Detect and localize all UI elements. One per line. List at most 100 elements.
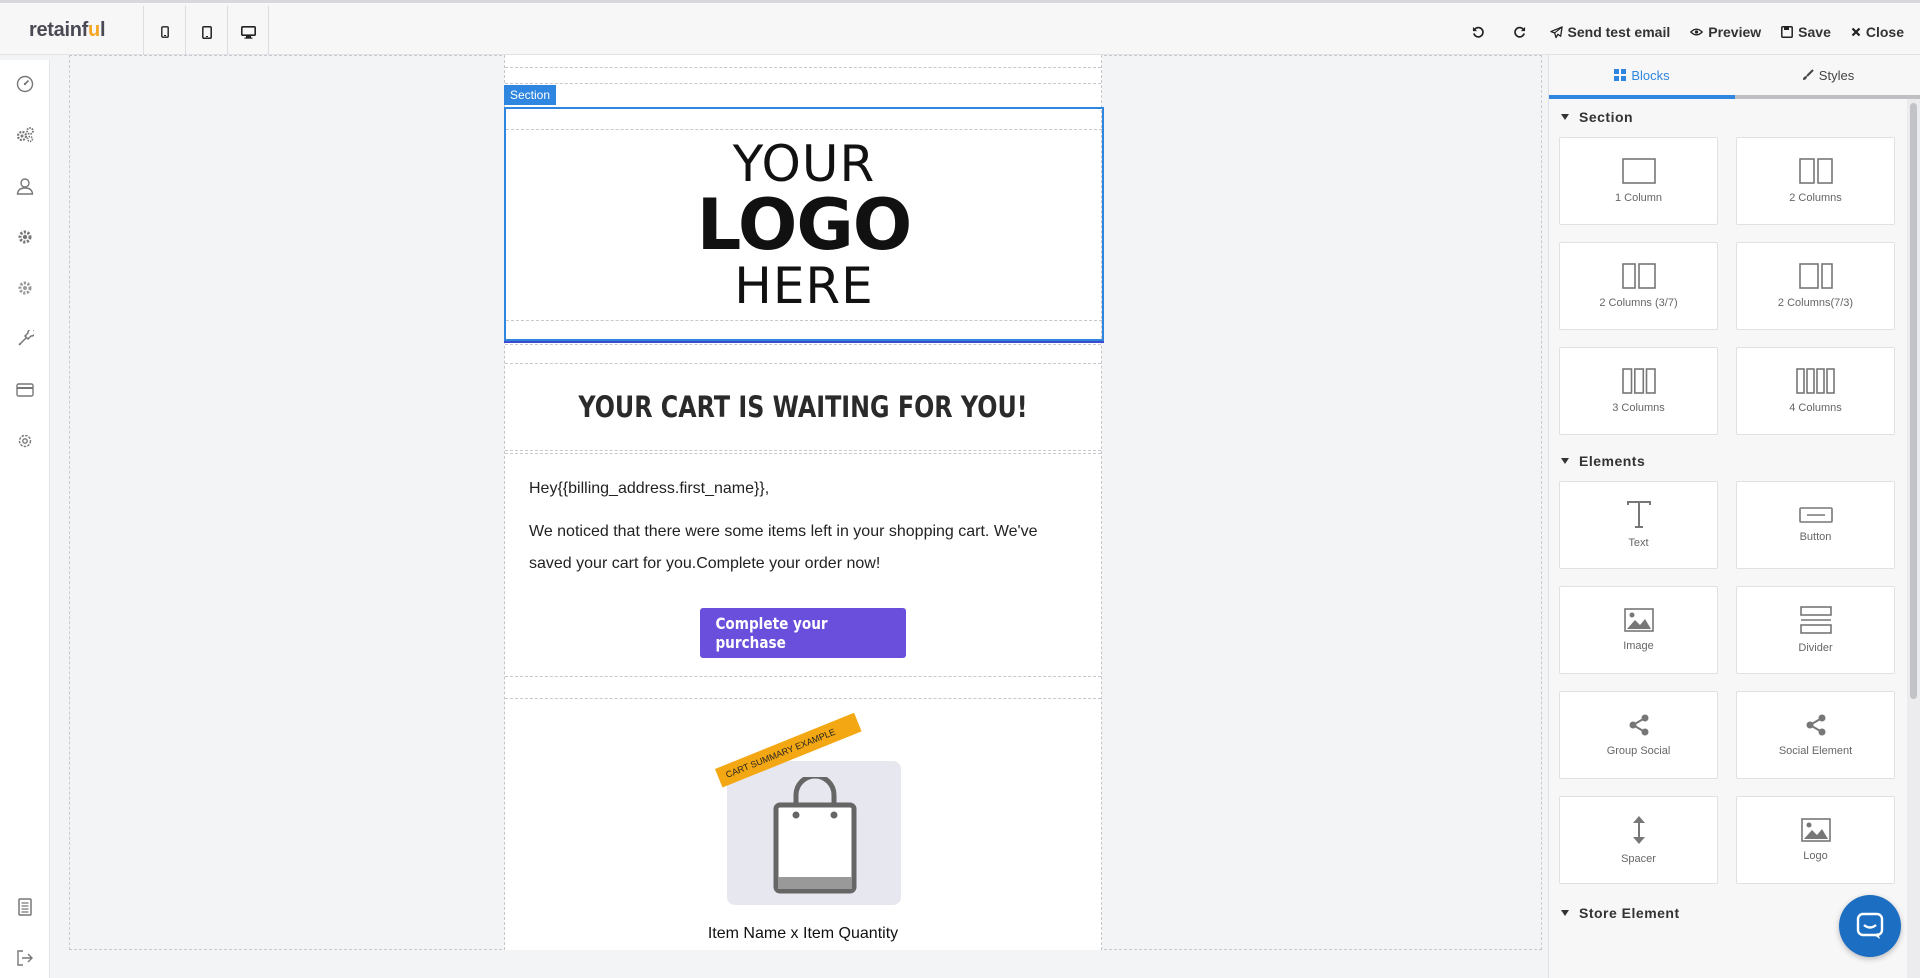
text-icon <box>1626 501 1651 528</box>
block-1-column[interactable]: 1 Column <box>1559 137 1718 225</box>
sidebar-item-settings[interactable] <box>14 226 36 248</box>
paper-plane-icon <box>1549 25 1563 38</box>
block-spacer[interactable]: Spacer <box>1559 796 1718 884</box>
store-element-category-header[interactable]: Store Element <box>1561 905 1680 921</box>
sidebar-item-user[interactable] <box>14 175 36 197</box>
user-icon <box>16 178 34 195</box>
block-text[interactable]: Text <box>1559 481 1718 569</box>
greeting-text: Hey{{billing_address.first_name}}, <box>529 480 770 497</box>
complete-purchase-button[interactable]: Complete your purchase <box>700 608 906 658</box>
block-label: Social Element <box>1778 745 1853 757</box>
preview-button[interactable]: Preview <box>1680 6 1771 58</box>
mobile-icon <box>160 26 169 38</box>
app-logo: retainful <box>29 19 106 41</box>
desktop-view-button[interactable] <box>227 6 269 58</box>
send-test-email-label: Send test email <box>1567 24 1671 40</box>
save-button[interactable]: Save <box>1771 6 1841 58</box>
close-button[interactable]: Close <box>1841 6 1920 58</box>
elements-category-title: Elements <box>1579 453 1646 469</box>
desktop-icon <box>240 25 256 39</box>
chat-launcher-button[interactable] <box>1839 895 1901 957</box>
redo-icon <box>1513 26 1525 38</box>
preview-label: Preview <box>1708 24 1762 40</box>
undo-button[interactable] <box>1458 6 1499 58</box>
left-sidebar <box>0 60 50 978</box>
block-label: Divider <box>1798 642 1833 654</box>
tab-blocks[interactable]: Blocks <box>1549 55 1735 99</box>
sidebar-item-tools[interactable] <box>14 328 36 350</box>
caret-down-icon <box>1561 910 1569 916</box>
heading-block[interactable]: YOUR CART IS WAITING FOR YOU! <box>505 363 1101 451</box>
tools-icon <box>18 330 34 346</box>
brush-icon <box>1802 69 1814 80</box>
elements-category-header[interactable]: Elements <box>1561 453 1645 469</box>
sidebar-item-cog[interactable] <box>14 277 36 299</box>
block-social-element[interactable]: Social Element <box>1736 691 1895 779</box>
spacer-divider <box>505 83 1101 84</box>
chat-icon <box>1856 912 1884 939</box>
two-columns-73-icon <box>1798 263 1833 289</box>
logout-icon <box>17 950 33 966</box>
store-element-category-title: Store Element <box>1579 905 1680 921</box>
block-label: Text <box>1628 537 1649 549</box>
tab-styles-label: Styles <box>1818 67 1855 83</box>
section-category-title: Section <box>1579 109 1634 125</box>
block-image[interactable]: Image <box>1559 586 1718 674</box>
redo-button[interactable] <box>1499 6 1540 58</box>
tab-styles[interactable]: Styles <box>1735 55 1920 99</box>
block-label: 2 Columns (3/7) <box>1599 297 1678 309</box>
toolbar-actions: Send test email Preview Save Close <box>1458 6 1920 58</box>
section-category-header[interactable]: Section <box>1561 109 1633 125</box>
four-columns-icon <box>1795 368 1835 394</box>
block-2-columns-73[interactable]: 2 Columns(7/3) <box>1736 242 1895 330</box>
share-icon <box>1806 714 1825 736</box>
block-2-columns[interactable]: 2 Columns <box>1736 137 1895 225</box>
spacer-divider <box>505 67 1101 68</box>
cart-image: CART SUMMARY EXAMPLE <box>715 712 901 909</box>
send-test-email-button[interactable]: Send test email <box>1540 6 1681 58</box>
tablet-view-button[interactable] <box>185 6 227 58</box>
block-group-social[interactable]: Group Social <box>1559 691 1718 779</box>
block-button[interactable]: Button <box>1736 481 1895 569</box>
block-2-columns-37[interactable]: 2 Columns (3/7) <box>1559 242 1718 330</box>
automation-icon <box>16 127 34 143</box>
tablet-icon <box>201 25 212 39</box>
block-4-columns[interactable]: 4 Columns <box>1736 347 1895 435</box>
undo-icon <box>1472 26 1484 38</box>
floppy-icon <box>1781 26 1794 38</box>
block-3-columns[interactable]: 3 Columns <box>1559 347 1718 435</box>
logo-line-3: HERE <box>734 257 874 315</box>
sidebar-item-billing[interactable] <box>14 379 36 401</box>
device-switcher <box>143 6 269 58</box>
button-icon <box>1798 507 1833 523</box>
close-icon <box>1851 27 1861 37</box>
sidebar-item-dashboard[interactable] <box>14 73 36 95</box>
settings-icon <box>18 230 32 244</box>
logo-section[interactable]: YOUR LOGO HERE <box>504 107 1104 341</box>
block-label: Button <box>1799 531 1832 543</box>
text-block[interactable]: Hey{{billing_address.first_name}}, We no… <box>505 453 1101 677</box>
one-column-icon <box>1621 158 1656 184</box>
two-columns-icon <box>1798 158 1833 184</box>
panel-tabs: Blocks Styles <box>1549 55 1920 99</box>
sidebar-item-automation[interactable] <box>14 124 36 146</box>
mobile-view-button[interactable] <box>143 6 185 58</box>
block-logo[interactable]: Logo <box>1736 796 1895 884</box>
block-label: Spacer <box>1621 853 1656 865</box>
logo-image[interactable]: YOUR LOGO HERE <box>506 129 1102 321</box>
save-label: Save <box>1798 24 1831 40</box>
top-toolbar: retainful Send test email Preview Save C… <box>0 0 1920 58</box>
cart-summary-block[interactable]: CART SUMMARY EXAMPLE Item Name x Item Qu… <box>505 698 1101 958</box>
logo-line-2: LOGO <box>696 184 913 266</box>
block-label: Logo <box>1803 850 1828 862</box>
block-divider[interactable]: Divider <box>1736 586 1895 674</box>
sidebar-item-document[interactable] <box>14 896 36 918</box>
sidebar-item-preferences[interactable] <box>14 430 36 452</box>
billing-icon <box>16 383 34 397</box>
caret-down-icon <box>1561 114 1569 120</box>
block-label: Image <box>1623 640 1654 652</box>
sidebar-item-logout[interactable] <box>14 947 36 969</box>
preferences-icon <box>18 434 32 448</box>
panel-scrollbar[interactable] <box>1910 103 1917 699</box>
spacer-divider <box>505 344 1101 345</box>
